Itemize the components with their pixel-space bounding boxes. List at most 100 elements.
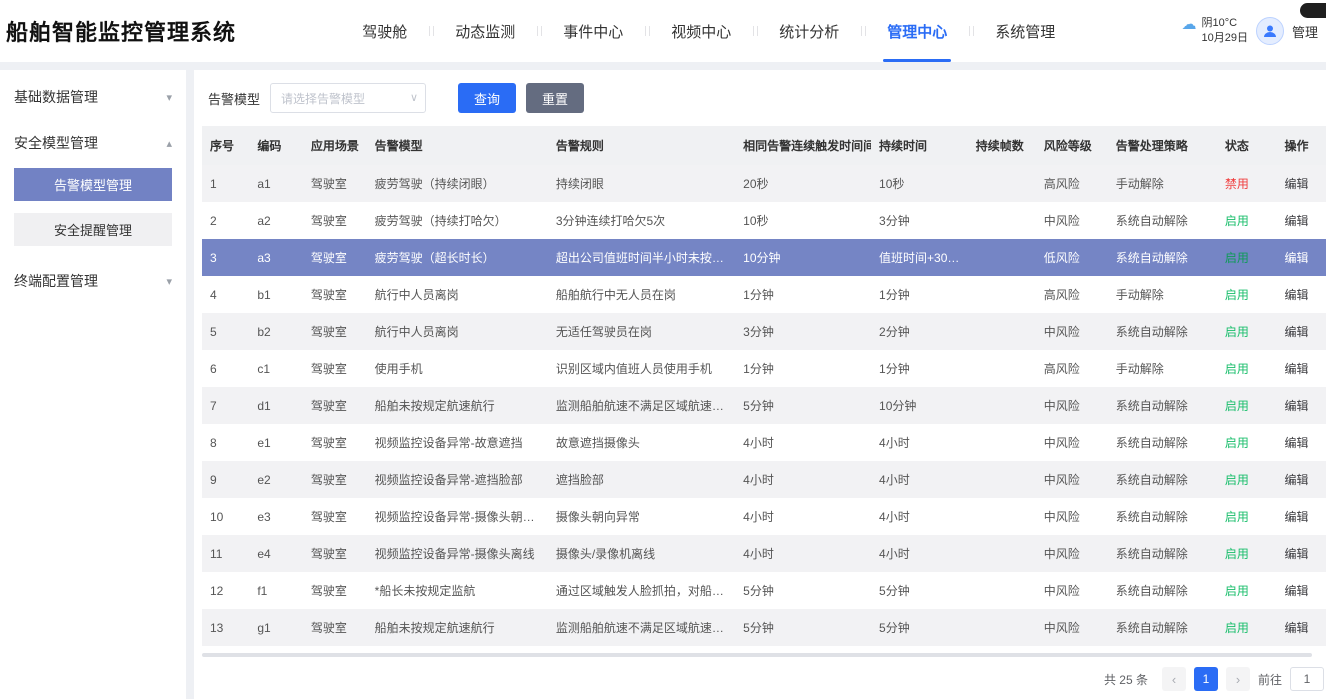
status-badge: 禁用 [1225, 177, 1249, 191]
search-button[interactable]: 查询 [458, 83, 516, 113]
column-header: 编码 [249, 126, 303, 165]
goto-page-input[interactable] [1290, 667, 1324, 691]
edit-button[interactable]: 编辑 [1285, 214, 1309, 228]
nav-item-3[interactable]: 视频中心 [649, 0, 753, 62]
alarm-model-table: 序号编码应用场景告警模型告警规则相同告警连续触发时间间隔持续时间持续帧数风险等级… [202, 126, 1326, 646]
nav-item-0[interactable]: 驾驶舱 [340, 0, 429, 62]
nav-item-6[interactable]: 系统管理 [973, 0, 1077, 62]
edit-button[interactable]: 编辑 [1285, 362, 1309, 376]
table-row[interactable]: 2a2驾驶室疲劳驾驶（持续打哈欠）3分钟连续打哈欠5次10秒3分钟中风险系统自动… [202, 202, 1326, 239]
table-row[interactable]: 1a1驾驶室疲劳驾驶（持续闭眼）持续闭眼20秒10秒高风险手动解除禁用编辑 [202, 165, 1326, 202]
table-row[interactable]: 4b1驾驶室航行中人员离岗船舶航行中无人员在岗1分钟1分钟高风险手动解除启用编辑 [202, 276, 1326, 313]
pagination: 共 25 条 ‹ 1 › 前往 [194, 657, 1326, 699]
chevron-up-icon: ▴ [166, 137, 172, 150]
status-badge: 启用 [1225, 251, 1249, 265]
status-badge: 启用 [1225, 547, 1249, 561]
edit-button[interactable]: 编辑 [1285, 510, 1309, 524]
column-header: 相同告警连续触发时间间隔 [735, 126, 871, 165]
status-badge: 启用 [1225, 473, 1249, 487]
table-row[interactable]: 11e4驾驶室视频监控设备异常-摄像头离线摄像头/录像机离线4小时4小时中风险系… [202, 535, 1326, 572]
table-row[interactable]: 5b2驾驶室航行中人员离岗无适任驾驶员在岗3分钟2分钟中风险系统自动解除启用编辑 [202, 313, 1326, 350]
user-name-label[interactable]: 管理 [1292, 22, 1318, 41]
status-badge: 启用 [1225, 288, 1249, 302]
status-badge: 启用 [1225, 214, 1249, 228]
alarm-model-table-wrap: 序号编码应用场景告警模型告警规则相同告警连续触发时间间隔持续时间持续帧数风险等级… [194, 126, 1326, 646]
goto-label: 前往 [1258, 671, 1282, 688]
edit-button[interactable]: 编辑 [1285, 436, 1309, 450]
table-row[interactable]: 8e1驾驶室视频监控设备异常-故意遮挡故意遮挡摄像头4小时4小时中风险系统自动解… [202, 424, 1326, 461]
app-header: 船舶智能监控管理系统 驾驶舱动态监测事件中心视频中心统计分析管理中心系统管理 ☁… [0, 0, 1326, 62]
edit-button[interactable]: 编辑 [1285, 288, 1309, 302]
app-title: 船舶智能监控管理系统 [6, 15, 236, 47]
status-badge: 启用 [1225, 399, 1249, 413]
next-page-button[interactable]: › [1226, 667, 1250, 691]
edit-button[interactable]: 编辑 [1285, 621, 1309, 635]
nav-separator [429, 26, 430, 36]
table-row[interactable]: 13g1驾驶室船舶未按规定航速航行监测船舶航速不满足区域航速限制规定5分钟5分钟… [202, 609, 1326, 646]
nav-separator [861, 26, 862, 36]
sidebar-item[interactable]: 告警模型管理 [14, 168, 172, 201]
table-header-row: 序号编码应用场景告警模型告警规则相同告警连续触发时间间隔持续时间持续帧数风险等级… [202, 126, 1326, 165]
status-badge: 启用 [1225, 436, 1249, 450]
column-header: 应用场景 [303, 126, 367, 165]
reset-button[interactable]: 重置 [526, 83, 584, 113]
edit-button[interactable]: 编辑 [1285, 399, 1309, 413]
status-badge: 启用 [1225, 362, 1249, 376]
status-badge: 启用 [1225, 510, 1249, 524]
edit-button[interactable]: 编辑 [1285, 584, 1309, 598]
column-header: 风险等级 [1036, 126, 1108, 165]
column-header: 告警模型 [367, 126, 548, 165]
table-row[interactable]: 9e2驾驶室视频监控设备异常-遮挡脸部遮挡脸部4小时4小时中风险系统自动解除启用… [202, 461, 1326, 498]
nav-item-1[interactable]: 动态监测 [433, 0, 537, 62]
page-body: 基础数据管理▾安全模型管理▴告警模型管理安全提醒管理终端配置管理▾ 告警模型 请… [0, 70, 1326, 699]
edit-button[interactable]: 编辑 [1285, 251, 1309, 265]
sidebar-item[interactable]: 安全提醒管理 [14, 213, 172, 246]
column-header: 告警规则 [548, 126, 735, 165]
table-row[interactable]: 7d1驾驶室船舶未按规定航速航行监测船舶航速不满足区域航速限制规定5分钟10分钟… [202, 387, 1326, 424]
status-badge: 启用 [1225, 621, 1249, 635]
sidebar-group[interactable]: 终端配置管理▾ [0, 258, 186, 304]
column-header: 持续帧数 [968, 126, 1036, 165]
nav-separator [537, 26, 538, 36]
table-row[interactable]: 12f1驾驶室*船长未按规定监航通过区域触发人脸抓拍，对船长身份...5分钟5分… [202, 572, 1326, 609]
sidebar-group[interactable]: 基础数据管理▾ [0, 74, 186, 120]
header-right: ☁ 阴10°C 10月29日 管理 [1182, 16, 1319, 46]
window-control [1300, 3, 1326, 18]
edit-button[interactable]: 编辑 [1285, 473, 1309, 487]
column-header: 持续时间 [871, 126, 968, 165]
edit-button[interactable]: 编辑 [1285, 325, 1309, 339]
column-header: 序号 [202, 126, 249, 165]
weather-date: 10月29日 [1202, 31, 1248, 46]
sidebar-group[interactable]: 安全模型管理▴ [0, 120, 186, 166]
column-header: 状态 [1217, 126, 1277, 165]
chevron-down-icon: ▾ [166, 91, 172, 104]
nav-separator [645, 26, 646, 36]
table-row[interactable]: 6c1驾驶室使用手机识别区域内值班人员使用手机1分钟1分钟高风险手动解除启用编辑 [202, 350, 1326, 387]
select-placeholder: 请选择告警模型 [281, 90, 365, 107]
sidebar: 基础数据管理▾安全模型管理▴告警模型管理安全提醒管理终端配置管理▾ [0, 70, 186, 699]
filter-label: 告警模型 [208, 89, 260, 108]
total-count-label: 共 25 条 [1104, 671, 1148, 688]
main-nav: 驾驶舱动态监测事件中心视频中心统计分析管理中心系统管理 [236, 0, 1181, 62]
table-row[interactable]: 3a3驾驶室疲劳驾驶（超长时长）超出公司值班时间半小时未按规定交接10分钟值班时… [202, 239, 1326, 276]
chevron-down-icon: ▾ [166, 275, 172, 288]
prev-page-button[interactable]: ‹ [1162, 667, 1186, 691]
edit-button[interactable]: 编辑 [1285, 547, 1309, 561]
table-row[interactable]: 10e3驾驶室视频监控设备异常-摄像头朝向异常摄像头朝向异常4小时4小时中风险系… [202, 498, 1326, 535]
sidebar-menu: 基础数据管理▾安全模型管理▴告警模型管理安全提醒管理终端配置管理▾ [0, 74, 186, 304]
user-avatar[interactable] [1256, 17, 1284, 45]
alarm-model-select[interactable]: 请选择告警模型 ∨ [270, 83, 426, 113]
chevron-down-icon: ∨ [410, 91, 418, 104]
nav-item-5[interactable]: 管理中心 [865, 0, 969, 62]
user-avatar-icon [1262, 23, 1278, 39]
chevron-left-icon: ‹ [1172, 672, 1176, 687]
page-number-button[interactable]: 1 [1194, 667, 1218, 691]
status-badge: 启用 [1225, 584, 1249, 598]
weather-condition: 阴10°C [1202, 16, 1248, 31]
weather-widget: ☁ 阴10°C 10月29日 [1182, 16, 1248, 46]
column-header: 操作 [1277, 126, 1326, 165]
edit-button[interactable]: 编辑 [1285, 177, 1309, 191]
chevron-right-icon: › [1236, 672, 1240, 687]
nav-item-4[interactable]: 统计分析 [757, 0, 861, 62]
nav-item-2[interactable]: 事件中心 [541, 0, 645, 62]
